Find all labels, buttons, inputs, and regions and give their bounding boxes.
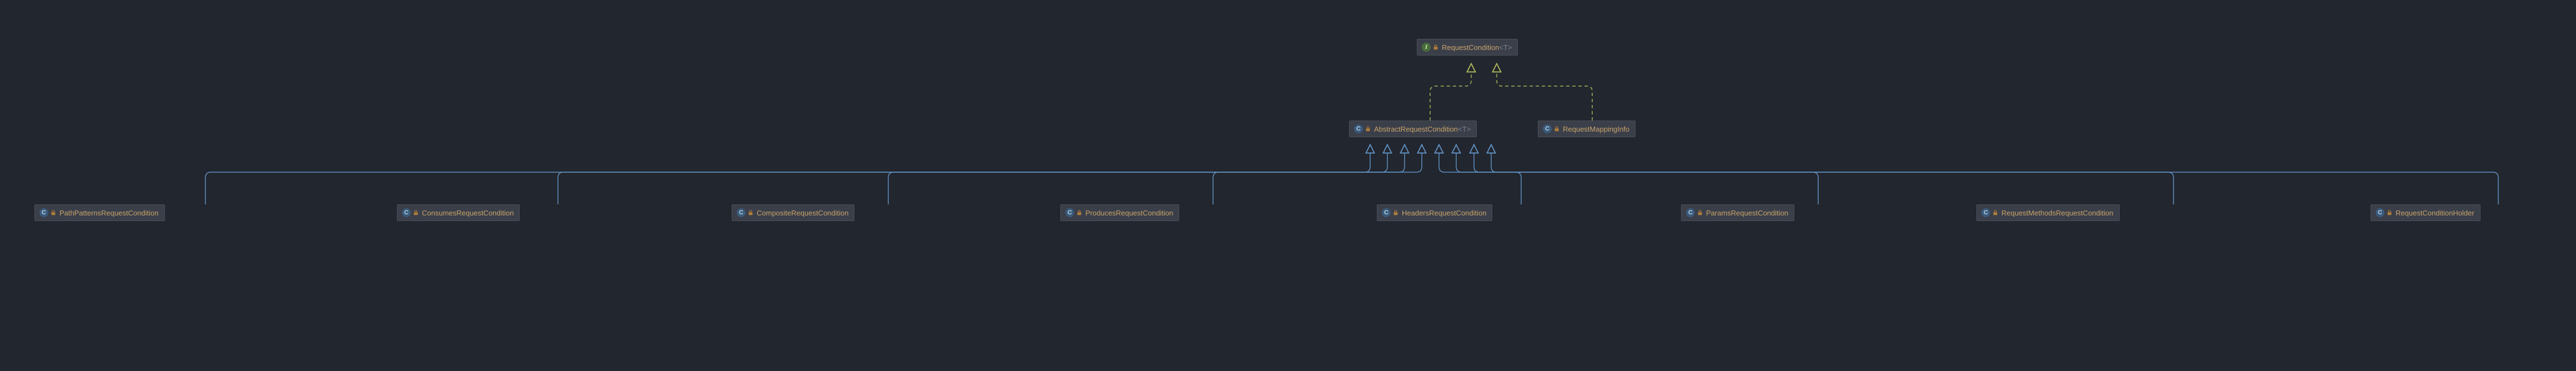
class-icon: C xyxy=(1065,208,1074,217)
lock-icon xyxy=(51,210,56,215)
class-icon: C xyxy=(1543,124,1552,133)
lock-icon xyxy=(1076,210,1082,215)
node-request-condition-holder[interactable]: C RequestConditionHolder xyxy=(2371,204,2481,221)
type-name: CompositeRequestCondition xyxy=(757,209,848,217)
type-name: ProducesRequestCondition xyxy=(1085,209,1173,217)
lock-icon xyxy=(413,210,419,215)
class-icon: C xyxy=(1981,208,1990,217)
node-composite-request-condition[interactable]: C CompositeRequestCondition xyxy=(732,204,854,221)
node-abstract-request-condition[interactable]: C AbstractRequestCondition<T> xyxy=(1349,121,1477,137)
lock-icon xyxy=(2387,210,2392,215)
node-request-mapping-info[interactable]: C RequestMappingInfo xyxy=(1538,121,1636,137)
type-name: PathPatternsRequestCondition xyxy=(59,209,159,217)
node-produces-request-condition[interactable]: C ProducesRequestCondition xyxy=(1060,204,1179,221)
type-generic: <T> xyxy=(1499,43,1512,52)
lock-icon xyxy=(1993,210,1998,215)
node-request-condition[interactable]: I RequestCondition<T> xyxy=(1417,39,1518,56)
lock-icon xyxy=(1365,126,1371,132)
node-params-request-condition[interactable]: C ParamsRequestCondition xyxy=(1681,204,1794,221)
type-name: ParamsRequestCondition xyxy=(1706,209,1788,217)
lock-icon xyxy=(748,210,753,215)
interface-icon: I xyxy=(1422,43,1431,52)
type-generic: <T> xyxy=(1458,125,1471,133)
lock-icon xyxy=(1433,44,1438,50)
node-headers-request-condition[interactable]: C HeadersRequestCondition xyxy=(1377,204,1492,221)
class-icon: C xyxy=(1354,124,1363,133)
type-name: RequestCondition xyxy=(1442,43,1499,52)
node-consumes-request-condition[interactable]: C ConsumesRequestCondition xyxy=(397,204,520,221)
class-icon: C xyxy=(2376,208,2384,217)
lock-icon xyxy=(1393,210,1398,215)
class-icon: C xyxy=(1382,208,1391,217)
class-icon: C xyxy=(39,208,48,217)
type-name: RequestMethodsRequestCondition xyxy=(2001,209,2114,217)
class-icon: C xyxy=(402,208,411,217)
lock-icon xyxy=(1554,126,1559,132)
type-name: RequestMappingInfo xyxy=(1563,125,1629,133)
diagram-connectors xyxy=(0,0,2576,371)
node-request-methods-request-condition[interactable]: C RequestMethodsRequestCondition xyxy=(1976,204,2120,221)
lock-icon xyxy=(1697,210,1703,215)
type-name: HeadersRequestCondition xyxy=(1402,209,1486,217)
node-path-patterns-request-condition[interactable]: C PathPatternsRequestCondition xyxy=(34,204,165,221)
class-icon: C xyxy=(1686,208,1695,217)
type-name: RequestConditionHolder xyxy=(2396,209,2474,217)
type-name: AbstractRequestCondition xyxy=(1374,125,1458,133)
type-name: ConsumesRequestCondition xyxy=(422,209,514,217)
class-icon: C xyxy=(737,208,746,217)
